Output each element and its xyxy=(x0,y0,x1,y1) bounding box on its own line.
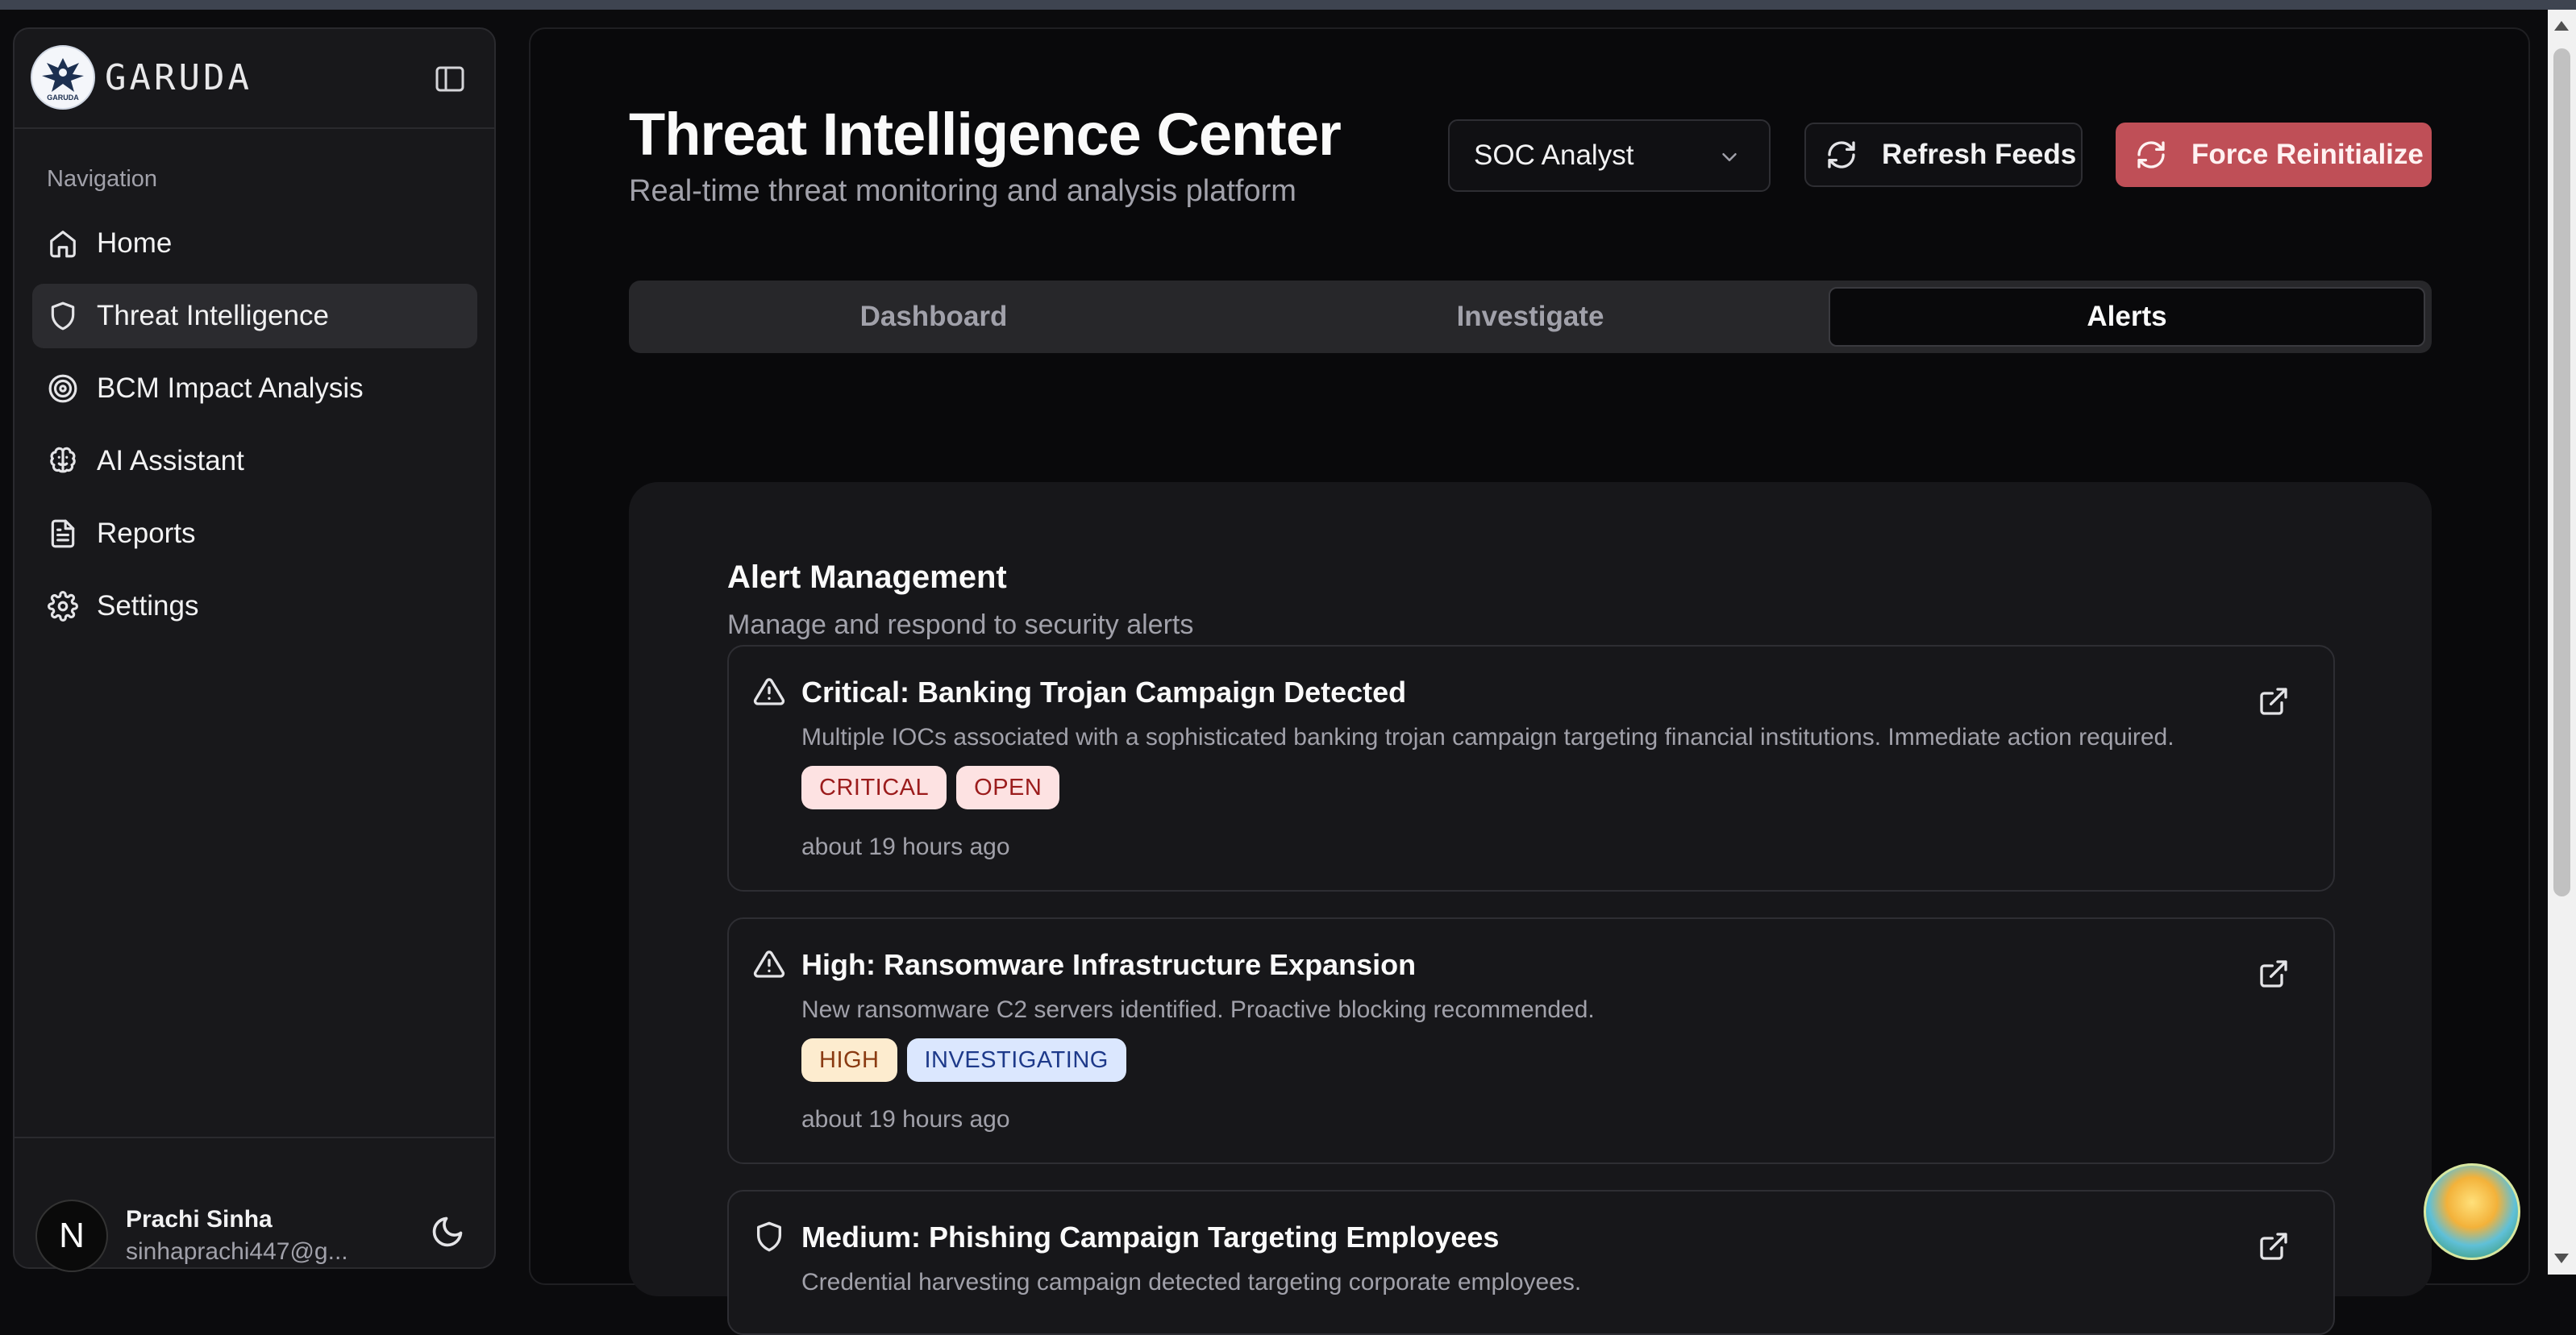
status-badge: OPEN xyxy=(956,766,1060,809)
sidebar-item-ai-assistant[interactable]: AI Assistant xyxy=(32,429,477,493)
tab-investigate[interactable]: Investigate xyxy=(1232,287,1829,347)
refresh-feeds-label: Refresh Feeds xyxy=(1882,139,2077,170)
user-name: Prachi Sinha xyxy=(126,1206,273,1233)
status-badge: INVESTIGATING xyxy=(906,1038,1126,1082)
sidebar-item-label: Settings xyxy=(97,590,199,622)
sidebar-item-label: Threat Intelligence xyxy=(97,300,329,331)
force-reinitialize-label: Force Reinitialize xyxy=(2191,139,2424,170)
assistant-avatar-button[interactable] xyxy=(2424,1163,2520,1260)
sidebar-item-bcm-impact-analysis[interactable]: BCM Impact Analysis xyxy=(32,356,477,421)
logo-text: GARUDA xyxy=(47,94,79,102)
file-text-icon xyxy=(47,518,79,550)
shield-icon xyxy=(757,1221,781,1252)
sidebar-item-label: Home xyxy=(97,227,173,259)
moon-icon[interactable] xyxy=(430,1214,465,1250)
scroll-down-arrow[interactable] xyxy=(2554,1254,2569,1263)
alert-description: Multiple IOCs associated with a sophisti… xyxy=(801,724,2174,751)
sidebar-item-threat-intelligence[interactable]: Threat Intelligence xyxy=(32,284,477,348)
sidebar-item-label: BCM Impact Analysis xyxy=(97,372,364,404)
warning-triangle-icon xyxy=(753,950,785,978)
alert-item[interactable]: Medium: Phishing Campaign Targeting Empl… xyxy=(727,1190,2335,1335)
user-email: sinhaprachi447@g... xyxy=(126,1238,348,1265)
brand[interactable]: GARUDA GARUDA xyxy=(31,45,252,110)
page-subtitle: Real-time threat monitoring and analysis… xyxy=(629,174,1296,208)
refresh-icon xyxy=(2137,141,2165,168)
refresh-icon xyxy=(1828,141,1855,168)
role-select[interactable]: SOC Analyst xyxy=(1448,119,1771,192)
page-title: Threat Intelligence Center xyxy=(629,101,1342,168)
severity-badge: HIGH xyxy=(801,1038,897,1082)
brand-name: GARUDA xyxy=(105,56,252,98)
external-link-icon[interactable] xyxy=(2258,958,2290,990)
scroll-thumb[interactable] xyxy=(2553,48,2570,896)
sidebar: GARUDA GARUDA Navigation Home Threat Int… xyxy=(13,27,496,1272)
nav-section-title: Navigation xyxy=(47,166,158,192)
sidebar-toggle-icon[interactable] xyxy=(434,63,466,95)
tab-bar: Dashboard Investigate Alerts xyxy=(629,281,2432,353)
external-link-icon[interactable] xyxy=(2258,1230,2290,1262)
alert-title: Critical: Banking Trojan Campaign Detect… xyxy=(801,676,1407,709)
shield-icon xyxy=(47,300,79,332)
home-icon xyxy=(47,227,79,260)
sidebar-item-reports[interactable]: Reports xyxy=(32,501,477,566)
brain-icon xyxy=(47,445,79,477)
chevron-down-icon xyxy=(1722,153,1737,161)
alert-title: High: Ransomware Infrastructure Expansio… xyxy=(801,948,1417,981)
sidebar-footer-divider xyxy=(15,1137,494,1138)
alert-item[interactable]: High: Ransomware Infrastructure Expansio… xyxy=(727,917,2335,1164)
card-description: Manage and respond to security alerts xyxy=(727,609,1194,640)
role-select-value: SOC Analyst xyxy=(1474,139,1634,171)
user-profile[interactable]: N Prachi Sinha sinhaprachi447@g... xyxy=(35,1200,348,1272)
alert-management-card: Alert Management Manage and respond to s… xyxy=(629,482,2432,1335)
tab-dashboard[interactable]: Dashboard xyxy=(635,287,1232,347)
scroll-up-arrow[interactable] xyxy=(2554,21,2569,31)
sidebar-item-label: Reports xyxy=(97,518,196,549)
sidebar-item-home[interactable]: Home xyxy=(32,211,477,276)
gear-icon xyxy=(47,590,79,622)
alert-description: New ransomware C2 servers identified. Pr… xyxy=(801,996,1595,1023)
alert-title: Medium: Phishing Campaign Targeting Empl… xyxy=(801,1221,1500,1254)
sidebar-divider xyxy=(15,127,494,129)
sidebar-item-settings[interactable]: Settings xyxy=(32,574,477,638)
severity-badge: CRITICAL xyxy=(801,766,947,809)
force-reinitialize-button[interactable]: Force Reinitialize xyxy=(2116,123,2432,187)
garuda-logo-icon: GARUDA xyxy=(31,45,95,110)
card-title: Alert Management xyxy=(727,559,1007,595)
alert-item[interactable]: Critical: Banking Trojan Campaign Detect… xyxy=(727,645,2335,892)
external-link-icon[interactable] xyxy=(2258,685,2290,717)
sidebar-item-label: AI Assistant xyxy=(97,445,244,476)
alert-timestamp: about 19 hours ago xyxy=(801,1106,1010,1133)
warning-triangle-icon xyxy=(753,678,785,705)
browser-top-strip xyxy=(0,0,2576,10)
alert-description: Credential harvesting campaign detected … xyxy=(801,1269,1582,1295)
alert-timestamp: about 19 hours ago xyxy=(801,834,1010,860)
avatar: N xyxy=(35,1200,108,1272)
target-icon xyxy=(47,372,79,405)
refresh-feeds-button[interactable]: Refresh Feeds xyxy=(1804,123,2083,187)
tab-alerts[interactable]: Alerts xyxy=(1829,287,2425,347)
main-content: Threat Intelligence Center Real-time thr… xyxy=(529,27,2530,1335)
page-scrollbar[interactable] xyxy=(2548,10,2576,1275)
